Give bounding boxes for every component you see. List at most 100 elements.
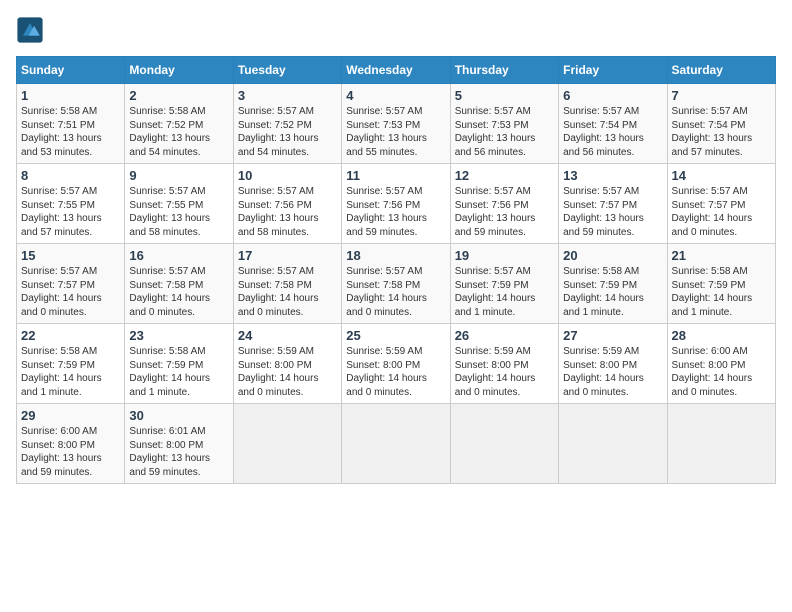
calendar-cell: 22Sunrise: 5:58 AM Sunset: 7:59 PM Dayli… <box>17 324 125 404</box>
day-info: Sunrise: 5:58 AM Sunset: 7:59 PM Dayligh… <box>563 265 662 319</box>
calendar-cell: 28 Sunrise: 6:00 AM Sunset: 8:00 PM Dayli… <box>667 324 775 404</box>
weekday-header-sunday: Sunday <box>17 57 125 84</box>
day-number: 6 <box>563 88 662 103</box>
day-number: 28 <box>672 328 771 343</box>
calendar-cell: 1Sunrise: 5:58 AM Sunset: 7:51 PM Daylig… <box>17 84 125 164</box>
calendar-cell: 27 Sunrise: 5:59 AM Sunset: 8:00 PM Dayli… <box>559 324 667 404</box>
day-info: Sunrise: 5:59 AM Sunset: 8:00 PM Dayligh… <box>238 345 337 399</box>
calendar-cell: 8 Sunrise: 5:57 AM Sunset: 7:55 PM Daylig… <box>17 164 125 244</box>
day-number: 17 <box>238 248 337 263</box>
calendar-cell: 12 Sunrise: 5:57 AM Sunset: 7:56 PM Dayli… <box>450 164 558 244</box>
day-info: Sunrise: 6:00 AM Sunset: 8:00 PM Dayligh… <box>672 345 771 399</box>
calendar-cell: 5Sunrise: 5:57 AM Sunset: 7:53 PM Daylig… <box>450 84 558 164</box>
calendar-cell: 3Sunrise: 5:57 AM Sunset: 7:52 PM Daylig… <box>233 84 341 164</box>
calendar-cell: 29 Sunrise: 6:00 AM Sunset: 8:00 PM Dayli… <box>17 404 125 484</box>
day-info: Sunrise: 5:57 AM Sunset: 7:58 PM Dayligh… <box>238 265 337 319</box>
day-info: Sunrise: 5:57 AM Sunset: 7:54 PM Dayligh… <box>672 105 771 159</box>
day-info: Sunrise: 5:57 AM Sunset: 7:56 PM Dayligh… <box>346 185 445 239</box>
calendar-cell <box>667 404 775 484</box>
day-number: 27 <box>563 328 662 343</box>
calendar-table: SundayMondayTuesdayWednesdayThursdayFrid… <box>16 56 776 484</box>
calendar-cell: 23Sunrise: 5:58 AM Sunset: 7:59 PM Dayli… <box>125 324 233 404</box>
day-number: 2 <box>129 88 228 103</box>
logo-icon <box>16 16 44 44</box>
day-info: Sunrise: 5:57 AM Sunset: 7:57 PM Dayligh… <box>563 185 662 239</box>
calendar-cell: 13 Sunrise: 5:57 AM Sunset: 7:57 PM Dayli… <box>559 164 667 244</box>
day-info: Sunrise: 5:58 AM Sunset: 7:59 PM Dayligh… <box>672 265 771 319</box>
day-number: 8 <box>21 168 120 183</box>
calendar-cell: 17 Sunrise: 5:57 AM Sunset: 7:58 PM Dayli… <box>233 244 341 324</box>
calendar-cell: 10Sunrise: 5:57 AM Sunset: 7:56 PM Dayli… <box>233 164 341 244</box>
calendar-cell: 21 Sunrise: 5:58 AM Sunset: 7:59 PM Dayli… <box>667 244 775 324</box>
calendar-cell: 9 Sunrise: 5:57 AM Sunset: 7:55 PM Daylig… <box>125 164 233 244</box>
calendar-cell: 11Sunrise: 5:57 AM Sunset: 7:56 PM Dayli… <box>342 164 450 244</box>
calendar-header-row: SundayMondayTuesdayWednesdayThursdayFrid… <box>17 57 776 84</box>
weekday-header-thursday: Thursday <box>450 57 558 84</box>
day-number: 20 <box>563 248 662 263</box>
day-number: 14 <box>672 168 771 183</box>
day-info: Sunrise: 5:57 AM Sunset: 7:57 PM Dayligh… <box>21 265 120 319</box>
day-info: Sunrise: 5:57 AM Sunset: 7:53 PM Dayligh… <box>346 105 445 159</box>
calendar-cell: 4 Sunrise: 5:57 AM Sunset: 7:53 PM Daylig… <box>342 84 450 164</box>
calendar-cell: 7 Sunrise: 5:57 AM Sunset: 7:54 PM Daylig… <box>667 84 775 164</box>
calendar-week-4: 22Sunrise: 5:58 AM Sunset: 7:59 PM Dayli… <box>17 324 776 404</box>
calendar-cell: 19 Sunrise: 5:57 AM Sunset: 7:59 PM Dayli… <box>450 244 558 324</box>
day-info: Sunrise: 5:59 AM Sunset: 8:00 PM Dayligh… <box>455 345 554 399</box>
day-number: 4 <box>346 88 445 103</box>
day-info: Sunrise: 5:57 AM Sunset: 7:59 PM Dayligh… <box>455 265 554 319</box>
day-number: 29 <box>21 408 120 423</box>
day-info: Sunrise: 5:58 AM Sunset: 7:52 PM Dayligh… <box>129 105 228 159</box>
weekday-header-monday: Monday <box>125 57 233 84</box>
calendar-cell: 18Sunrise: 5:57 AM Sunset: 7:58 PM Dayli… <box>342 244 450 324</box>
day-number: 13 <box>563 168 662 183</box>
day-info: Sunrise: 5:57 AM Sunset: 7:55 PM Dayligh… <box>21 185 120 239</box>
calendar-cell <box>342 404 450 484</box>
day-info: Sunrise: 5:59 AM Sunset: 8:00 PM Dayligh… <box>563 345 662 399</box>
weekday-header-wednesday: Wednesday <box>342 57 450 84</box>
calendar-week-2: 8 Sunrise: 5:57 AM Sunset: 7:55 PM Daylig… <box>17 164 776 244</box>
calendar-cell: 6 Sunrise: 5:57 AM Sunset: 7:54 PM Daylig… <box>559 84 667 164</box>
calendar-cell: 14 Sunrise: 5:57 AM Sunset: 7:57 PM Dayli… <box>667 164 775 244</box>
calendar-week-3: 15 Sunrise: 5:57 AM Sunset: 7:57 PM Dayli… <box>17 244 776 324</box>
weekday-header-saturday: Saturday <box>667 57 775 84</box>
calendar-cell: 16Sunrise: 5:57 AM Sunset: 7:58 PM Dayli… <box>125 244 233 324</box>
day-info: Sunrise: 5:57 AM Sunset: 7:52 PM Dayligh… <box>238 105 337 159</box>
weekday-header-friday: Friday <box>559 57 667 84</box>
logo <box>16 16 48 44</box>
calendar-week-5: 29 Sunrise: 6:00 AM Sunset: 8:00 PM Dayli… <box>17 404 776 484</box>
calendar-cell: 25 Sunrise: 5:59 AM Sunset: 8:00 PM Dayli… <box>342 324 450 404</box>
day-number: 21 <box>672 248 771 263</box>
weekday-header-tuesday: Tuesday <box>233 57 341 84</box>
day-number: 30 <box>129 408 228 423</box>
day-info: Sunrise: 6:00 AM Sunset: 8:00 PM Dayligh… <box>21 425 120 479</box>
day-number: 24 <box>238 328 337 343</box>
day-number: 16 <box>129 248 228 263</box>
day-number: 18 <box>346 248 445 263</box>
day-number: 26 <box>455 328 554 343</box>
header <box>16 16 776 44</box>
calendar-week-1: 1Sunrise: 5:58 AM Sunset: 7:51 PM Daylig… <box>17 84 776 164</box>
day-number: 9 <box>129 168 228 183</box>
calendar-cell: 30 Sunrise: 6:01 AM Sunset: 8:00 PM Dayli… <box>125 404 233 484</box>
calendar-cell <box>450 404 558 484</box>
day-number: 12 <box>455 168 554 183</box>
day-info: Sunrise: 5:57 AM Sunset: 7:55 PM Dayligh… <box>129 185 228 239</box>
day-number: 7 <box>672 88 771 103</box>
day-info: Sunrise: 5:57 AM Sunset: 7:57 PM Dayligh… <box>672 185 771 239</box>
calendar-cell <box>233 404 341 484</box>
day-info: Sunrise: 5:57 AM Sunset: 7:56 PM Dayligh… <box>238 185 337 239</box>
calendar-cell: 20 Sunrise: 5:58 AM Sunset: 7:59 PM Dayli… <box>559 244 667 324</box>
calendar-cell: 15 Sunrise: 5:57 AM Sunset: 7:57 PM Dayli… <box>17 244 125 324</box>
day-info: Sunrise: 6:01 AM Sunset: 8:00 PM Dayligh… <box>129 425 228 479</box>
day-number: 23 <box>129 328 228 343</box>
day-info: Sunrise: 5:58 AM Sunset: 7:51 PM Dayligh… <box>21 105 120 159</box>
day-info: Sunrise: 5:57 AM Sunset: 7:54 PM Dayligh… <box>563 105 662 159</box>
day-number: 22 <box>21 328 120 343</box>
day-number: 19 <box>455 248 554 263</box>
day-number: 15 <box>21 248 120 263</box>
day-info: Sunrise: 5:59 AM Sunset: 8:00 PM Dayligh… <box>346 345 445 399</box>
calendar-cell <box>559 404 667 484</box>
day-info: Sunrise: 5:57 AM Sunset: 7:56 PM Dayligh… <box>455 185 554 239</box>
calendar-cell: 26 Sunrise: 5:59 AM Sunset: 8:00 PM Dayli… <box>450 324 558 404</box>
day-number: 25 <box>346 328 445 343</box>
